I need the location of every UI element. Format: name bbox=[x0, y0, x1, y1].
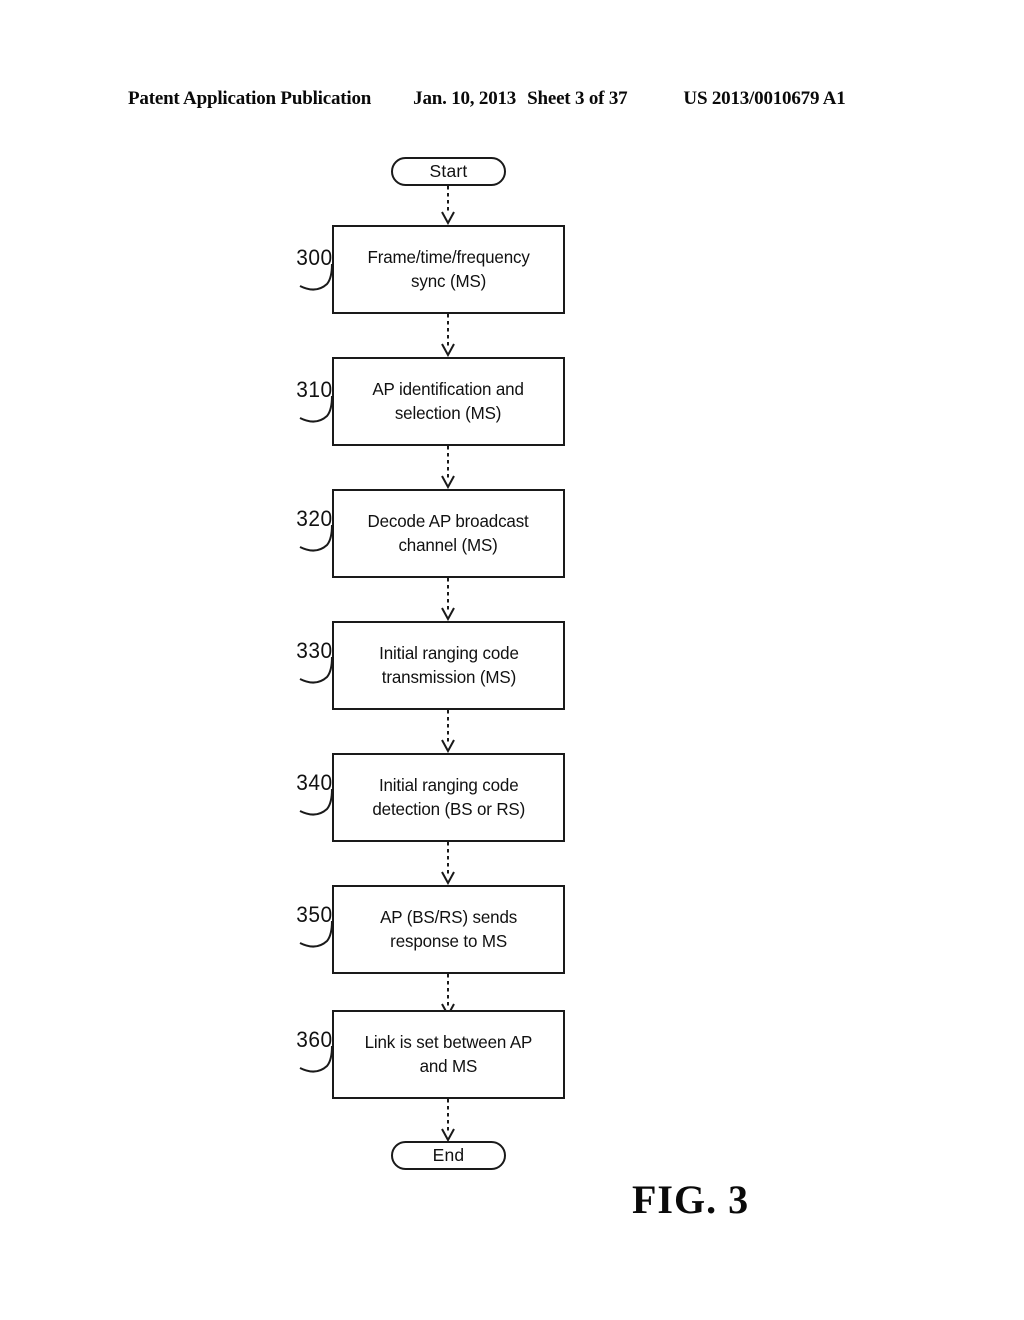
ref-numeral-310: 310 bbox=[296, 377, 333, 402]
connector-360-to-end bbox=[441, 1099, 455, 1142]
step-330-line2: transmission (MS) bbox=[381, 666, 516, 687]
step-300-label: Frame/time/frequency sync (MS) bbox=[367, 246, 529, 292]
ref-numeral-340: 340 bbox=[296, 770, 333, 795]
flowchart-step-330: Initial ranging code transmission (MS) bbox=[332, 621, 565, 710]
connector-310-to-320 bbox=[441, 446, 455, 489]
step-310-label: AP identification and selection (MS) bbox=[372, 378, 525, 424]
connector-start-to-300 bbox=[441, 186, 455, 225]
step-360-line2: and MS bbox=[419, 1055, 478, 1076]
flowchart-step-360: Link is set between AP and MS bbox=[332, 1010, 565, 1099]
ref-numeral-350: 350 bbox=[296, 902, 333, 927]
connector-330-to-340 bbox=[441, 710, 455, 753]
ref-numeral-330: 330 bbox=[296, 638, 333, 663]
step-350-line1: AP (BS/RS) sends bbox=[379, 907, 517, 928]
figure-caption: FIG. 3 bbox=[632, 1177, 750, 1222]
step-360-line1: Link is set between AP bbox=[364, 1032, 533, 1053]
flowchart-diagram: Start Frame/time/frequency sync (MS) 300… bbox=[0, 0, 1024, 1320]
flowchart-end-terminator: End bbox=[391, 1141, 506, 1170]
flowchart-step-300: Frame/time/frequency sync (MS) bbox=[332, 225, 565, 314]
ref-numeral-300: 300 bbox=[296, 245, 333, 270]
connector-300-to-310 bbox=[441, 314, 455, 357]
flowchart-step-320: Decode AP broadcast channel (MS) bbox=[332, 489, 565, 578]
flowchart-step-340: Initial ranging code detection (BS or RS… bbox=[332, 753, 565, 842]
flowchart-step-350: AP (BS/RS) sends response to MS bbox=[332, 885, 565, 974]
flowchart-step-310: AP identification and selection (MS) bbox=[332, 357, 565, 446]
step-340-line1: Initial ranging code bbox=[378, 775, 519, 796]
flowchart-start-terminator: Start bbox=[391, 157, 506, 186]
step-330-label: Initial ranging code transmission (MS) bbox=[379, 642, 519, 688]
step-320-line1: Decode AP broadcast bbox=[367, 511, 530, 532]
step-360-label: Link is set between AP and MS bbox=[365, 1031, 533, 1077]
ref-numeral-320: 320 bbox=[296, 506, 333, 531]
start-terminator-label: Start bbox=[429, 160, 468, 181]
end-terminator-label: End bbox=[432, 1144, 465, 1165]
step-300-line1: Frame/time/frequency bbox=[367, 247, 530, 268]
step-310-line2: selection (MS) bbox=[395, 402, 502, 423]
connector-340-to-350 bbox=[441, 842, 455, 885]
ref-numeral-360: 360 bbox=[296, 1027, 333, 1052]
step-350-line2: response to MS bbox=[390, 930, 507, 951]
step-350-label: AP (BS/RS) sends response to MS bbox=[380, 906, 517, 952]
step-320-label: Decode AP broadcast channel (MS) bbox=[368, 510, 529, 556]
step-310-line1: AP identification and bbox=[372, 379, 525, 400]
step-340-line2: detection (BS or RS) bbox=[372, 798, 525, 819]
connector-320-to-330 bbox=[441, 578, 455, 621]
step-330-line1: Initial ranging code bbox=[378, 643, 519, 664]
step-300-line2: sync (MS) bbox=[410, 270, 487, 291]
step-320-line2: channel (MS) bbox=[398, 534, 499, 555]
step-340-label: Initial ranging code detection (BS or RS… bbox=[372, 774, 525, 820]
